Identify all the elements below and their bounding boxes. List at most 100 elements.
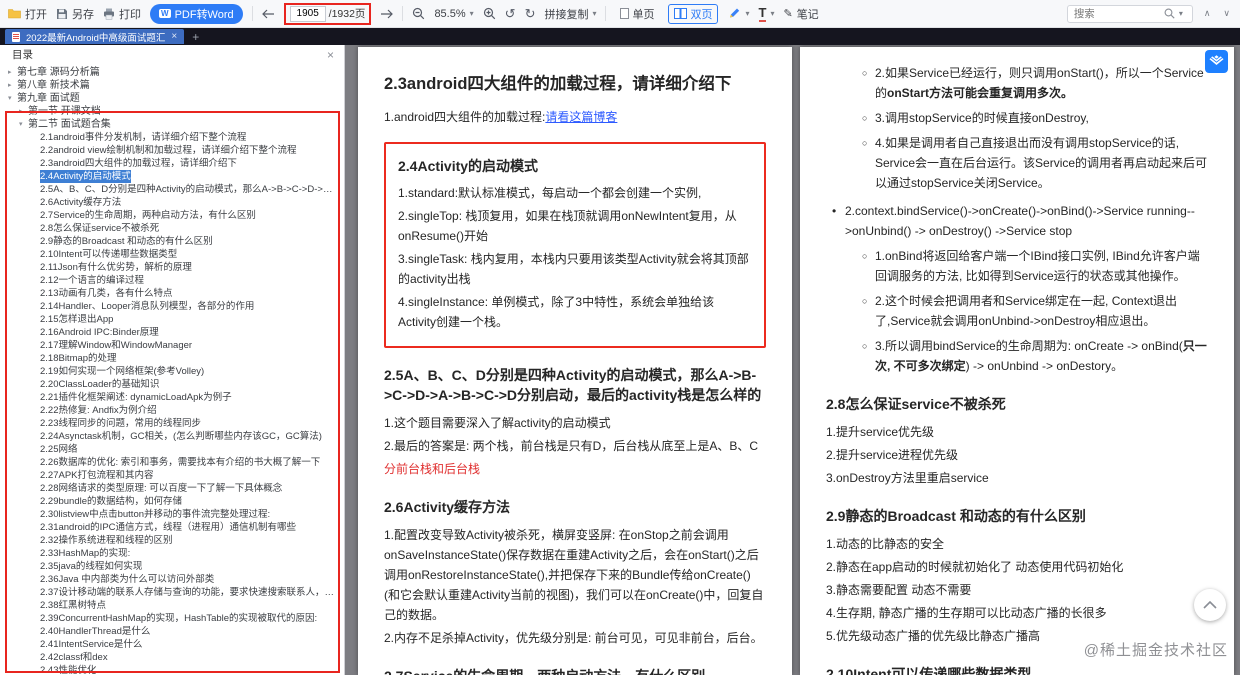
toc-item-label: 2.24Asynctask机制，GC相关，(怎么判断哪些内存该GC，GC算法) (40, 430, 322, 443)
toc-item[interactable]: 2.18Bitmap的处理 (0, 352, 344, 365)
toc-item[interactable]: ▾第二节 面试题合集 (0, 118, 344, 131)
tree-collapsed-icon[interactable]: ▸ (19, 105, 28, 118)
toc-item[interactable]: 2.33HashMap的实现: (0, 547, 344, 560)
toc-item[interactable]: ▸第八章 新技术篇 (0, 79, 344, 92)
toc-item[interactable]: 2.7Service的生命周期，两种启动方法，有什么区别 (0, 209, 344, 222)
search-icon[interactable] (1164, 8, 1175, 19)
scroll-to-top-button[interactable] (1194, 589, 1226, 621)
toc-item[interactable]: 2.26数据库的优化: 索引和事务，需要找本有介绍的书大概了解一下 (0, 456, 344, 469)
toc-item[interactable]: 2.16Android IPC:Binder原理 (0, 326, 344, 339)
toc-item[interactable]: 2.4Activity的启动模式 (0, 170, 344, 183)
toc-item[interactable]: 2.14Handler、Looper消息队列模型，各部分的作用 (0, 300, 344, 313)
toc-item-label: 2.17理解Window和WindowManager (40, 339, 192, 352)
single-page-button[interactable]: 单页 (615, 5, 659, 23)
page-number-input[interactable] (290, 6, 326, 22)
note-button[interactable]: ✎ 笔记 (783, 6, 818, 22)
toc-item[interactable]: 2.6Activity缓存方法 (0, 196, 344, 209)
toc-item[interactable]: 2.35java的线程如何实现 (0, 560, 344, 573)
toc-item[interactable]: 2.20ClassLoader的基础知识 (0, 378, 344, 391)
double-page-button[interactable]: 双页 (668, 4, 718, 24)
zoom-in-button[interactable] (483, 7, 496, 20)
section-heading: 2.6Activity缓存方法 (384, 497, 766, 517)
text-run: 2.静态在app启动的时候就初始化了 动态使用代码初始化 (826, 560, 1123, 574)
tab-close-icon[interactable]: × (171, 31, 177, 42)
tree-expanded-icon[interactable]: ▾ (19, 118, 28, 131)
highlighter-dropdown[interactable]: ▾ (727, 7, 749, 20)
document-icon (12, 32, 20, 42)
toc-item[interactable]: 2.43性能优化 (0, 664, 344, 675)
toc-item[interactable]: 2.3android四大组件的加载过程，请详细介绍下 (0, 157, 344, 170)
toc-item-label: 2.42classf和dex (40, 651, 108, 664)
toc-item-label: 2.9静态的Broadcast 和动态的有什么区别 (40, 235, 213, 248)
rotate-right-button[interactable]: ↻ (525, 6, 536, 22)
toc-item[interactable]: 2.1android事件分发机制，请详细介绍下整个流程 (0, 131, 344, 144)
section-heading: 2.4Activity的启动模式 (398, 156, 752, 176)
toc-item[interactable]: 2.24Asynctask机制，GC相关，(怎么判断哪些内存该GC，GC算法) (0, 430, 344, 443)
toc-item[interactable]: 2.2android view绘制机制和加载过程，请详细介绍下整个流程 (0, 144, 344, 157)
toc-item[interactable]: 2.30listview中点击button并移动的事件流完整处理过程: (0, 508, 344, 521)
toc-item[interactable]: 2.12一个语言的编译过程 (0, 274, 344, 287)
toc-item[interactable]: 2.22热修复: Andfix为例介绍 (0, 404, 344, 417)
text-tool-icon: T (759, 6, 767, 22)
toc-header: 目录 × (0, 45, 344, 64)
toc-item[interactable]: 2.42classf和dex (0, 651, 344, 664)
toc-item[interactable]: 2.29bundle的数据结构，如何存储 (0, 495, 344, 508)
rotate-left-button[interactable]: ↺ (505, 6, 516, 22)
toc-item[interactable]: 2.9静态的Broadcast 和动态的有什么区别 (0, 235, 344, 248)
copy-mode-dropdown[interactable]: 拼接复制 ▾ (544, 6, 596, 22)
toc-item[interactable]: 2.28网络请求的类型原理: 可以百度一下了解一下具体概念 (0, 482, 344, 495)
toc-item-label: 2.7Service的生命周期，两种启动方法，有什么区别 (40, 209, 256, 222)
search-input[interactable] (1074, 8, 1160, 20)
juejin-logo-icon[interactable] (1205, 50, 1228, 73)
toc-item[interactable]: 2.19如何实现一个网络框架(参考Volley) (0, 365, 344, 378)
toc-item[interactable]: ▸第七章 源码分析篇 (0, 66, 344, 79)
toc-item[interactable]: 2.31android的IPC通信方式，线程（进程用）通信机制有哪些 (0, 521, 344, 534)
toc-item[interactable]: 2.11Json有什么优劣势，解析的原理 (0, 261, 344, 274)
double-page-icon (674, 8, 687, 19)
save-as-button[interactable]: 另存 (56, 6, 94, 22)
text-tool-dropdown[interactable]: T ▾ (759, 6, 775, 22)
tree-collapsed-icon[interactable]: ▸ (8, 66, 17, 79)
toc-item[interactable]: 2.25网络 (0, 443, 344, 456)
toc-item[interactable]: 2.17理解Window和WindowManager (0, 339, 344, 352)
toc-item[interactable]: 2.41IntentService是什么 (0, 638, 344, 651)
next-page-button[interactable] (380, 9, 393, 19)
chevron-down-icon[interactable]: ▾ (1179, 9, 1183, 18)
search-next-button[interactable]: ∨ (1221, 8, 1232, 19)
toc-item[interactable]: 2.23线程同步的问题，常用的线程同步 (0, 417, 344, 430)
toc-item[interactable]: 2.21插件化框架阐述: dynamicLoadApk为例子 (0, 391, 344, 404)
search-prev-button[interactable]: ∧ (1202, 8, 1213, 19)
tree-expanded-icon[interactable]: ▾ (8, 92, 17, 105)
toc-item[interactable]: 2.36Java 中内部类为什么可以访问外部类 (0, 573, 344, 586)
toc-close-icon[interactable]: × (327, 48, 334, 62)
toc-item[interactable]: ▾第九章 面试题 (0, 92, 344, 105)
document-tab[interactable]: 2022最新Android中高级面试题汇 × (5, 29, 184, 44)
tab-bar: 2022最新Android中高级面试题汇 × + (0, 28, 1240, 45)
note-label: 笔记 (797, 6, 819, 22)
toc-item[interactable]: 2.39ConcurrentHashMap的实现，HashTable的实现被取代… (0, 612, 344, 625)
text-run: 1.onBind将返回给客户端一个IBind接口实例, IBind允许客户端回调… (875, 249, 1200, 283)
toc-item[interactable]: 2.8怎么保证service不被杀死 (0, 222, 344, 235)
hyperlink[interactable]: 请看这篇博客 (545, 110, 617, 124)
prev-page-button[interactable] (262, 9, 275, 19)
pdf-to-word-button[interactable]: W PDF转Word (150, 4, 243, 24)
paragraph: 4.如果是调用者自己直接退出而没有调用stopService的话, Servic… (862, 134, 1208, 194)
open-button[interactable]: 打开 (8, 6, 47, 22)
toc-item-label: 2.2android view绘制机制和加载过程，请详细介绍下整个流程 (40, 144, 297, 157)
zoom-level-dropdown[interactable]: 85.5% ▾ (434, 8, 473, 20)
toc-item[interactable]: 2.40HandlerThread是什么 (0, 625, 344, 638)
toc-item[interactable]: 2.13动画有几类，各有什么特点 (0, 287, 344, 300)
text-run: 3.调用stopService的时候直接onDestroy, (875, 111, 1089, 125)
toc-item[interactable]: 2.37设计移动端的联系人存储与查询的功能，要求快速搜索联系人，可以用到的 (0, 586, 344, 599)
toc-item[interactable]: 2.38红黑树特点 (0, 599, 344, 612)
tree-collapsed-icon[interactable]: ▸ (8, 79, 17, 92)
toc-item[interactable]: 2.15怎样退出App (0, 313, 344, 326)
toc-item[interactable]: 2.10Intent可以传递哪些数据类型 (0, 248, 344, 261)
new-tab-button[interactable]: + (192, 31, 199, 43)
print-button[interactable]: 打印 (103, 6, 141, 22)
toc-item[interactable]: 2.5A、B、C、D分别是四种Activity的启动模式，那么A->B->C->… (0, 183, 344, 196)
toc-item[interactable]: ▸第一节 开课文档 (0, 105, 344, 118)
toc-item[interactable]: 2.32操作系统进程和线程的区别 (0, 534, 344, 547)
zoom-out-button[interactable] (412, 7, 425, 20)
toc-item[interactable]: 2.27APK打包流程和其内容 (0, 469, 344, 482)
